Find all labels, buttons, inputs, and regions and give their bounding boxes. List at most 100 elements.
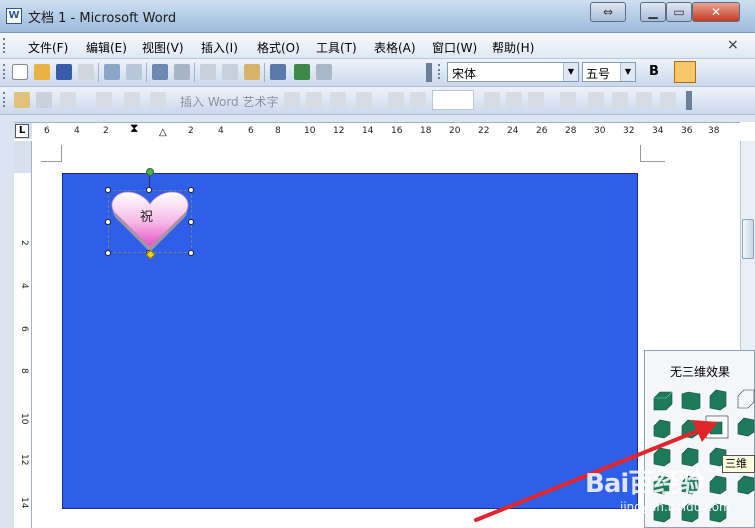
document-close-icon[interactable]: × xyxy=(727,37,739,53)
crop-icon[interactable] xyxy=(60,92,76,108)
next-icon[interactable] xyxy=(484,92,500,108)
bold-button[interactable]: B xyxy=(644,62,664,82)
break-link-icon[interactable] xyxy=(528,92,544,108)
resize-handle[interactable] xyxy=(188,250,194,256)
resize-handle[interactable] xyxy=(105,187,111,193)
ruler-tick: 20 xyxy=(449,126,461,136)
close-button[interactable]: ✕ xyxy=(692,2,740,22)
toolbar-chevron[interactable] xyxy=(426,63,432,82)
rotation-handle[interactable] xyxy=(146,168,154,176)
resize-handle[interactable] xyxy=(146,187,152,193)
print-icon[interactable] xyxy=(104,64,120,80)
insert-wordart-label[interactable]: 插入 Word 艺术字 xyxy=(180,93,278,110)
nudge-icon[interactable] xyxy=(636,92,652,108)
maximize-button[interactable]: ▭ xyxy=(666,2,692,22)
spelling-icon[interactable] xyxy=(152,64,168,80)
ruler-tick: 12 xyxy=(333,126,345,136)
previous-icon[interactable] xyxy=(410,92,426,108)
ruler-tick: 16 xyxy=(391,126,403,136)
table-icon[interactable] xyxy=(316,64,332,80)
save-icon[interactable] xyxy=(56,64,72,80)
undo-icon[interactable] xyxy=(270,64,286,80)
new-document-icon[interactable] xyxy=(12,64,28,80)
scroll-thumb[interactable] xyxy=(742,219,754,259)
research-icon[interactable] xyxy=(174,64,190,80)
cut-icon[interactable] xyxy=(200,64,216,80)
insert-picture-icon[interactable] xyxy=(14,92,30,108)
format-painter-icon[interactable] xyxy=(244,64,260,80)
chevron-down-icon[interactable]: ▼ xyxy=(563,63,578,81)
page-field[interactable] xyxy=(432,90,474,110)
toolbar-separator xyxy=(98,63,99,82)
toolbar-chevron[interactable] xyxy=(686,91,692,110)
print-preview-icon[interactable] xyxy=(126,64,142,80)
color-icon[interactable] xyxy=(36,92,52,108)
ruler-tick: 14 xyxy=(362,126,374,136)
minimize-button[interactable]: ▁ xyxy=(640,2,666,22)
open-folder-icon[interactable] xyxy=(34,64,50,80)
shadow-color-icon[interactable] xyxy=(612,92,628,108)
menu-table[interactable]: 表格(A) xyxy=(374,39,416,56)
wordart-gallery-icon[interactable] xyxy=(306,92,322,108)
ruler-side-strip xyxy=(0,122,14,528)
toolbar-grip[interactable] xyxy=(3,64,8,79)
copy-icon[interactable] xyxy=(222,64,238,80)
toolbar-separator xyxy=(146,63,147,82)
chevron-down-icon[interactable]: ▼ xyxy=(620,63,635,81)
vruler-tick: 4 xyxy=(19,283,29,289)
ruler-tick: 4 xyxy=(218,126,224,136)
vruler-tick: 12 xyxy=(19,454,29,466)
wordart-shape-icon[interactable] xyxy=(356,92,372,108)
page-corner-mark xyxy=(640,145,665,162)
font-name-select[interactable]: 宋体 ▼ xyxy=(447,62,579,82)
3d-style-option[interactable] xyxy=(737,475,755,495)
3d-style-option[interactable] xyxy=(737,389,755,409)
vertical-ruler[interactable] xyxy=(14,141,32,528)
toolbar-grip[interactable] xyxy=(3,38,8,53)
resize-handle[interactable] xyxy=(105,250,111,256)
menu-window[interactable]: 窗口(W) xyxy=(432,39,477,56)
text-wrap-icon[interactable] xyxy=(150,92,166,108)
highlight-button[interactable] xyxy=(674,61,696,83)
3d-style-option[interactable] xyxy=(737,417,755,437)
first-page-icon[interactable] xyxy=(388,92,404,108)
brightness-icon[interactable] xyxy=(124,92,140,108)
menu-insert[interactable]: 插入(I) xyxy=(201,39,238,56)
page-corner-mark xyxy=(41,145,62,162)
toolbar-grip[interactable] xyxy=(438,64,443,79)
ruler-tick: 28 xyxy=(565,126,577,136)
watermark-logo: Bai百经验 xyxy=(585,469,704,499)
right-indent-marker[interactable]: △ xyxy=(159,127,167,138)
vruler-tick: 2 xyxy=(19,240,29,246)
resize-handle[interactable] xyxy=(105,219,111,225)
restore-down-extra-button[interactable]: ⇔ xyxy=(590,2,626,22)
tab-selector-button[interactable]: L xyxy=(15,124,29,138)
first-line-indent-marker[interactable]: ⧗ xyxy=(130,121,138,136)
shadow-icon[interactable] xyxy=(588,92,604,108)
resize-handle[interactable] xyxy=(188,187,194,193)
menu-help[interactable]: 帮助(H) xyxy=(492,39,534,56)
standard-toolbar: 宋体 ▼ 五号 ▼ B xyxy=(0,59,755,87)
menu-view[interactable]: 视图(V) xyxy=(142,39,184,56)
zoom-icon[interactable] xyxy=(560,92,576,108)
edit-text-icon[interactable] xyxy=(284,92,300,108)
menu-edit[interactable]: 编辑(E) xyxy=(86,39,127,56)
menu-format[interactable]: 格式(O) xyxy=(257,39,300,56)
permission-icon[interactable] xyxy=(78,64,94,80)
format-wordart-icon[interactable] xyxy=(330,92,346,108)
contrast-icon[interactable] xyxy=(96,92,112,108)
word-doc-icon[interactable]: W xyxy=(6,8,22,24)
3d-settings-icon[interactable] xyxy=(660,92,676,108)
font-name-value: 宋体 xyxy=(452,67,477,81)
toolbar-separator xyxy=(264,63,265,82)
hyperlink-icon[interactable] xyxy=(294,64,310,80)
resize-handle[interactable] xyxy=(188,219,194,225)
menu-file[interactable]: 文件(F) xyxy=(28,39,68,56)
font-size-select[interactable]: 五号 ▼ xyxy=(582,62,636,82)
last-page-icon[interactable] xyxy=(506,92,522,108)
vruler-tick: 14 xyxy=(19,497,29,509)
menu-bar: 文件(F) 编辑(E) 视图(V) 插入(I) 格式(O) 工具(T) 表格(A… xyxy=(0,33,755,59)
no-3d-option[interactable]: 无三维效果 xyxy=(670,363,730,380)
menu-tools[interactable]: 工具(T) xyxy=(316,39,357,56)
toolbar-grip[interactable] xyxy=(3,92,8,107)
